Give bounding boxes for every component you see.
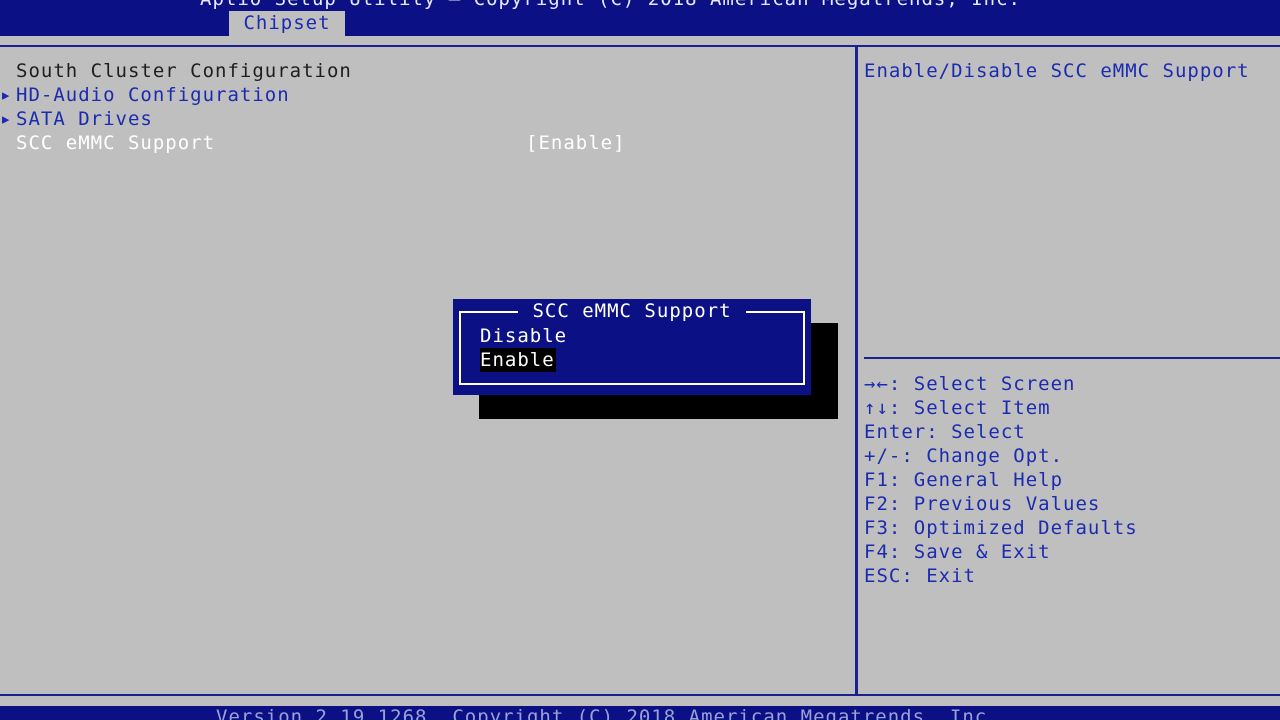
dialog-title: SCC eMMC Support: [453, 299, 811, 323]
menu-item-hd-audio[interactable]: ▸ HD-Audio Configuration: [0, 83, 290, 107]
bottom-divider: [0, 694, 1280, 696]
tab-chipset[interactable]: Chipset: [229, 11, 345, 36]
key-hint-enter: Enter: Select: [864, 421, 1026, 443]
version-text: Version 2.19.1268. Copyright (C) 2018 Am…: [216, 706, 1000, 720]
menu-item-sata-drives[interactable]: ▸ SATA Drives: [0, 107, 153, 131]
submenu-arrow-icon: ▸: [0, 108, 13, 130]
option-disable[interactable]: Disable: [480, 324, 568, 348]
key-hint-general-help: F1: General Help: [864, 469, 1064, 491]
help-description: Enable/Disable SCC eMMC Support: [864, 60, 1250, 82]
key-hint-previous-values: F2: Previous Values: [864, 493, 1101, 515]
option-enable[interactable]: Enable: [480, 348, 556, 372]
key-hint-select-screen: →←: Select Screen: [864, 373, 1076, 395]
dialog-title-text: SCC eMMC Support: [518, 300, 746, 322]
key-hint-esc-exit: ESC: Exit: [864, 565, 976, 587]
app-title: Aptio Setup Utility – Copyright (C) 2018…: [200, 0, 1021, 10]
menu-item-label: SATA Drives: [16, 108, 153, 130]
key-legend: →←: Select Screen ↑↓: Select Item Enter:…: [864, 372, 1138, 588]
key-hint-select-item: ↑↓: Select Item: [864, 397, 1051, 419]
setting-label: SCC eMMC Support: [16, 132, 216, 154]
top-divider: [0, 45, 1280, 47]
option-dialog: SCC eMMC Support Disable Enable: [453, 299, 811, 395]
key-hint-change-opt: +/-: Change Opt.: [864, 445, 1064, 467]
submenu-arrow-icon: ▸: [0, 84, 13, 106]
menu-item-label: HD-Audio Configuration: [16, 84, 290, 106]
section-title: South Cluster Configuration: [16, 60, 352, 82]
top-bar: Aptio Setup Utility – Copyright (C) 2018…: [0, 0, 1280, 36]
key-hint-optimized-defaults: F3: Optimized Defaults: [864, 517, 1138, 539]
key-hint-save-exit: F4: Save & Exit: [864, 541, 1051, 563]
help-separator: [864, 357, 1280, 359]
bottom-bar: Version 2.19.1268. Copyright (C) 2018 Am…: [0, 706, 1280, 720]
setting-scc-emmc-support[interactable]: SCC eMMC Support [Enable]: [16, 131, 636, 155]
setting-value[interactable]: [Enable]: [526, 131, 626, 155]
panel-divider: [855, 47, 858, 695]
